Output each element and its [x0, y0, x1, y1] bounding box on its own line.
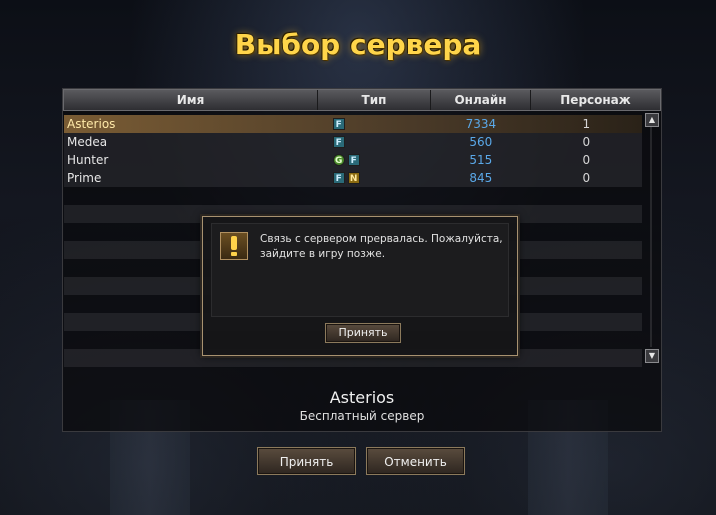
server-row-asterios[interactable]: Asterios F 7334 1 — [64, 115, 642, 133]
column-header-online[interactable]: Онлайн — [431, 90, 531, 110]
scrollbar-track[interactable] — [650, 127, 652, 347]
server-characters: 0 — [582, 135, 591, 149]
column-header-characters[interactable]: Персонаж — [531, 90, 660, 110]
column-header-name[interactable]: Имя — [64, 90, 318, 110]
server-online: 7334 — [465, 117, 497, 131]
server-type: G F — [319, 151, 431, 169]
server-name: Hunter — [67, 153, 109, 167]
server-row-prime[interactable]: Prime F N 845 0 — [64, 169, 642, 187]
page-title: Выбор сервера — [234, 28, 482, 61]
selected-server-name: Asterios — [329, 388, 395, 407]
scroll-up-arrow-icon[interactable]: ▲ — [645, 113, 659, 127]
server-row-hunter[interactable]: Hunter G F 515 0 — [64, 151, 642, 169]
server-type: F — [319, 115, 431, 133]
pvp-server-badge-icon: G — [332, 154, 345, 166]
server-online: 515 — [469, 153, 493, 167]
server-characters: 0 — [582, 171, 591, 185]
dialog-message: Связь с сервером прервалась. Пожалуйста,… — [260, 233, 503, 260]
server-online: 560 — [469, 135, 493, 149]
dialog-content: Связь с сервером прервалась. Пожалуйста,… — [211, 223, 509, 317]
server-name: Prime — [67, 171, 102, 185]
server-online: 845 — [469, 171, 493, 185]
table-header: Имя Тип Онлайн Персонаж — [63, 89, 661, 111]
server-row-medea[interactable]: Medea F 560 0 — [64, 133, 642, 151]
cancel-button[interactable]: Отменить — [366, 447, 465, 475]
server-type: F — [319, 133, 431, 151]
scroll-down-arrow-icon[interactable]: ▼ — [645, 349, 659, 363]
dialog-ok-button[interactable]: Принять — [325, 323, 401, 343]
free-server-badge-icon: F — [347, 154, 360, 166]
accept-button[interactable]: Принять — [257, 447, 356, 475]
warning-icon — [220, 232, 248, 260]
server-characters: 1 — [582, 117, 591, 131]
new-server-badge-icon: N — [347, 172, 360, 184]
selected-server-description: Бесплатный сервер — [299, 409, 425, 423]
server-name: Medea — [67, 135, 108, 149]
server-name: Asterios — [67, 117, 116, 131]
server-characters: 0 — [582, 153, 591, 167]
free-server-badge-icon: F — [332, 118, 345, 130]
error-dialog: Связь с сервером прервалась. Пожалуйста,… — [202, 216, 518, 356]
free-server-badge-icon: F — [332, 136, 345, 148]
server-type: F N — [319, 169, 431, 187]
column-header-type[interactable]: Тип — [318, 90, 431, 110]
free-server-badge-icon: F — [332, 172, 345, 184]
